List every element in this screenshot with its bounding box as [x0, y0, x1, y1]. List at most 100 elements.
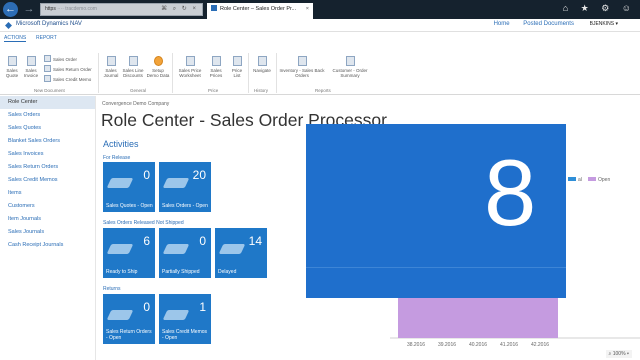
journal-icon	[106, 56, 116, 66]
group-history: History	[254, 88, 269, 93]
group-new-document: New Document	[34, 88, 65, 93]
sales-order-button[interactable]: Sales Order	[44, 55, 77, 62]
group-general: General	[130, 88, 147, 93]
order-summary-icon	[345, 56, 355, 66]
nav-item-blanket-sales-orders[interactable]: Blanket Sales Orders	[0, 135, 95, 148]
ribbon-separator	[276, 53, 277, 93]
tile-delayed[interactable]: 14 Delayed	[215, 228, 267, 278]
sales-journal-button[interactable]: Sales Journal	[101, 56, 121, 78]
customer-order-summary-button[interactable]: Customer - Order Summary	[328, 56, 372, 78]
tile-label: Sales Quotes - Open	[106, 203, 153, 209]
nav-item-sales-credit-memos[interactable]: Sales Credit Memos	[0, 174, 95, 187]
address-prefix: https	[45, 6, 56, 12]
navigate-button[interactable]: Navigate	[250, 56, 274, 73]
tile-sales-orders-open[interactable]: 20 Sales Orders - Open	[159, 162, 211, 212]
favicon-icon	[211, 5, 217, 11]
nav-item-sales-invoices[interactable]: Sales Invoices	[0, 148, 95, 161]
tile-label: Delayed	[218, 269, 237, 275]
user-menu[interactable]: BJENKINS ▾	[590, 21, 618, 27]
ribbon-separator	[248, 53, 249, 93]
legend-swatch	[588, 177, 596, 181]
sales-line-discounts-button[interactable]: Sales Line Discounts	[122, 56, 144, 78]
ribbon: Sales Quote Sales Invoice Sales Order Sa…	[0, 43, 640, 95]
sales-credit-memo-button[interactable]: Sales Credit Memo	[44, 75, 91, 82]
x-tick-label: 38.2016	[407, 342, 425, 348]
activities-heading[interactable]: Activities	[103, 139, 139, 149]
nav-item-sales-quotes[interactable]: Sales Quotes	[0, 122, 95, 135]
navigation-pane: Role Center Sales Orders Sales Quotes Bl…	[0, 96, 96, 360]
tab-actions[interactable]: ACTIONS	[4, 35, 27, 42]
tile-count: 20	[192, 168, 206, 182]
discount-icon	[128, 56, 138, 66]
tile-count: 14	[248, 234, 262, 248]
navigate-icon	[257, 56, 267, 66]
cue-stack-icon	[162, 244, 190, 254]
company-name: Convergence Demo Company	[102, 101, 170, 107]
x-tick-label: 41.2016	[500, 342, 518, 348]
nav-item-customers[interactable]: Customers	[0, 200, 95, 213]
inventory-sales-back-orders-button[interactable]: Inventory - Sales Back Orders	[278, 56, 326, 78]
zoom-control[interactable]: ⌕ 100% ▾	[605, 350, 632, 358]
address-icons[interactable]: ⌘ ⌕ ↻ ×	[161, 4, 198, 15]
nav-item-role-center[interactable]: Role Center	[0, 96, 95, 109]
quote-icon	[7, 56, 17, 66]
nav-item-cash-receipt-journals[interactable]: Cash Receipt Journals	[0, 239, 95, 252]
tile-sales-credit-memos-open[interactable]: 1 Sales Credit Memos - Open	[159, 294, 211, 344]
x-tick-label: 40.2016	[469, 342, 487, 348]
header-links: Home Posted Documents BJENKINS ▾	[482, 21, 618, 27]
pricelist-icon	[232, 56, 242, 66]
cue-stack-icon	[106, 178, 134, 188]
legend-label: al	[578, 177, 582, 183]
tab-report[interactable]: REPORT	[36, 35, 57, 41]
invoice-icon	[26, 56, 36, 66]
tile-label: Sales Credit Memos - Open	[162, 329, 208, 341]
sales-quote-button[interactable]: Sales Quote	[3, 56, 21, 78]
sales-price-worksheet-button[interactable]: Sales Price Worksheet	[176, 56, 204, 78]
cue-stack-icon	[218, 244, 246, 254]
setup-demo-data-button[interactable]: Setup Demo Data	[146, 56, 170, 78]
tile-count: 6	[143, 234, 150, 248]
browser-tab[interactable]: Role Center – Sales Order Pr... ×	[207, 3, 313, 19]
tile-label: Partially Shipped	[162, 269, 200, 275]
tile-count: 0	[143, 168, 150, 182]
sales-prices-button[interactable]: Sales Prices	[206, 56, 226, 78]
sales-invoice-button[interactable]: Sales Invoice	[22, 56, 40, 78]
dynamics-logo-icon	[5, 22, 12, 29]
address-bar[interactable]: https ···· tracdemo.com ⌘ ⌕ ↻ ×	[40, 3, 203, 16]
tile-sales-return-orders-open[interactable]: 0 Sales Return Orders - Open	[103, 294, 155, 344]
tile-label: Sales Orders - Open	[162, 203, 208, 209]
tile-label: Ready to Ship	[106, 269, 138, 275]
back-orders-icon	[297, 56, 307, 66]
posted-documents-link[interactable]: Posted Documents	[523, 21, 574, 27]
nav-item-sales-orders[interactable]: Sales Orders	[0, 109, 95, 122]
price-list-button[interactable]: Price List	[228, 56, 246, 78]
tab-title: Role Center – Sales Order Pr...	[220, 6, 297, 12]
home-link[interactable]: Home	[494, 21, 510, 27]
forward-icon[interactable]: →	[22, 2, 36, 17]
cue-stack-icon	[106, 244, 134, 254]
prices-icon	[211, 56, 221, 66]
nav-item-items[interactable]: Items	[0, 187, 95, 200]
cue-stack-icon	[106, 310, 134, 320]
back-icon[interactable]: ←	[3, 2, 18, 17]
sales-return-order-button[interactable]: Sales Return Order	[44, 65, 92, 72]
cue-stack-icon	[162, 178, 190, 188]
nav-item-item-journals[interactable]: Item Journals	[0, 213, 95, 226]
app-title: Microsoft Dynamics NAV	[16, 21, 82, 27]
group-label-returns: Returns	[103, 286, 121, 292]
setup-icon	[153, 56, 163, 66]
browser-toolbar: ← → https ···· tracdemo.com ⌘ ⌕ ↻ × Role…	[0, 0, 640, 19]
close-tab-icon[interactable]: ×	[306, 3, 309, 15]
tile-partially-shipped[interactable]: 0 Partially Shipped	[159, 228, 211, 278]
tile-sales-quotes-open[interactable]: 0 Sales Quotes - Open	[103, 162, 155, 212]
cue-stack-icon	[162, 310, 190, 320]
tile-count: 1	[199, 300, 206, 314]
browser-toolbar-icons[interactable]: ⌂ ★ ⚙ ☺	[563, 3, 636, 14]
tile-count: 0	[199, 234, 206, 248]
group-label-for-release: For Release	[103, 155, 131, 161]
nav-item-sales-journals[interactable]: Sales Journals	[0, 226, 95, 239]
ribbon-separator	[98, 53, 99, 93]
tile-ready-to-ship[interactable]: 6 Ready to Ship	[103, 228, 155, 278]
overlay-divider	[306, 267, 566, 268]
nav-item-sales-return-orders[interactable]: Sales Return Orders	[0, 161, 95, 174]
